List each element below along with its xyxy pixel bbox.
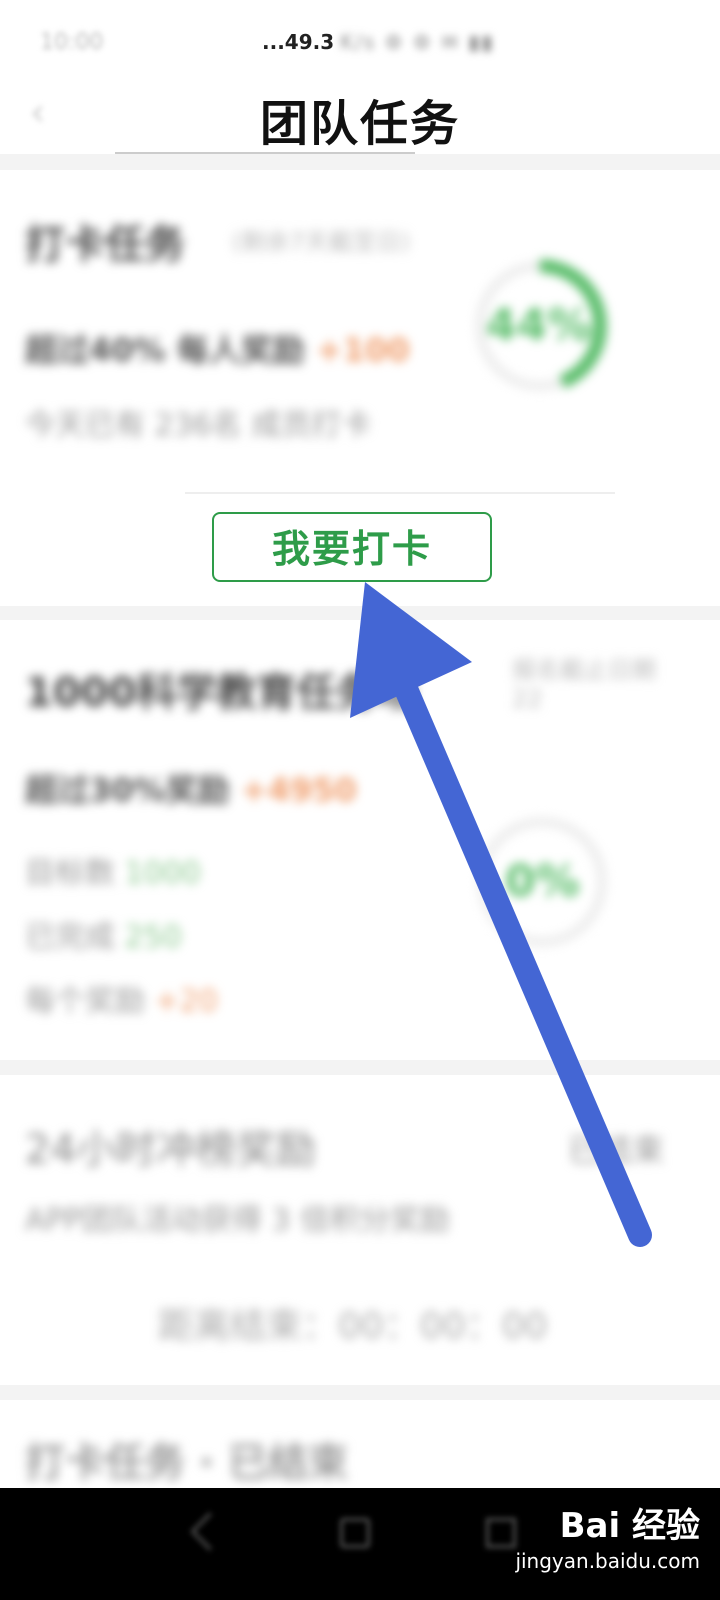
card1-subtitle: (剩余7天截至日) <box>232 228 410 256</box>
recents-nav-icon[interactable] <box>486 1518 516 1548</box>
card2-row-reward: 每个奖励 +20 <box>25 976 218 1020</box>
card1-progress-text: 44% <box>486 300 592 351</box>
watermark-url: jingyan.baidu.com <box>515 1549 700 1573</box>
back-nav-icon[interactable] <box>190 1512 229 1551</box>
row-value: 1000 <box>124 856 201 891</box>
status-icons: K/s ⚙ ⚙ ✉ ▮▮ <box>340 30 495 54</box>
card2-reward-text: 超过30%奖励 <box>25 771 230 809</box>
card1-reward-line: 超过40% 每人奖励 +100 <box>25 325 410 371</box>
row-label: 目标数 <box>25 856 115 891</box>
card3-description: APP团队活动获得 3 倍积分奖励 <box>25 1203 450 1238</box>
row-label: 已完成 <box>25 920 115 955</box>
network-speed: ...49.3 <box>262 30 335 54</box>
science-task-card: 1000科学教育任务场 报名截止日期 22 超过30%奖励 +4950 目标数 … <box>0 620 720 1060</box>
card2-title: 1000科学教育任务场 <box>25 670 417 716</box>
status-bar: 10:00 ...49.3 K/s ⚙ ⚙ ✉ ▮▮ <box>0 0 720 80</box>
watermark-logo: Bai 经验 <box>559 1506 700 1546</box>
row-value: +20 <box>154 984 218 1019</box>
status-time: 10:00 <box>40 30 104 55</box>
card1-status-line: 今天已有 236名 成员打卡 <box>25 408 372 443</box>
card3-countdown: 距离结束：00：00：00 <box>158 1306 548 1347</box>
checkin-button[interactable]: 我要打卡 <box>212 512 492 582</box>
card3-title: 24小时冲榜奖励 <box>25 1127 316 1173</box>
card1-divider <box>185 492 615 494</box>
card2-progress-text: 0% <box>505 856 580 907</box>
card2-row-done: 已完成 250 <box>25 912 182 956</box>
home-nav-icon[interactable] <box>340 1518 370 1548</box>
card2-reward-value: +4950 <box>240 771 357 809</box>
header: ‹ 团队任务 <box>0 80 720 154</box>
ranking-reward-card: 24小时冲榜奖励 已结束 APP团队活动获得 3 倍积分奖励 距离结束：00：0… <box>0 1075 720 1385</box>
page-title: 团队任务 <box>259 96 460 152</box>
header-divider <box>115 152 415 154</box>
card2-side-note: 报名截止日期 22 <box>512 656 656 713</box>
card1-title: 打卡任务 <box>25 222 185 268</box>
card2-row-target: 目标数 1000 <box>25 848 201 892</box>
row-value: 250 <box>124 920 182 955</box>
card3-status: 已结束 <box>568 1131 665 1169</box>
watermark: Bai 经验 jingyan.baidu.com <box>515 1498 700 1573</box>
card4-title: 打卡任务 · 已结束 <box>25 1440 349 1486</box>
card1-reward-text: 超过40% 每人奖励 <box>25 331 305 369</box>
row-label: 每个奖励 <box>25 984 145 1019</box>
card2-reward-line: 超过30%奖励 +4950 <box>25 765 357 811</box>
card1-reward-value: +100 <box>315 331 410 369</box>
